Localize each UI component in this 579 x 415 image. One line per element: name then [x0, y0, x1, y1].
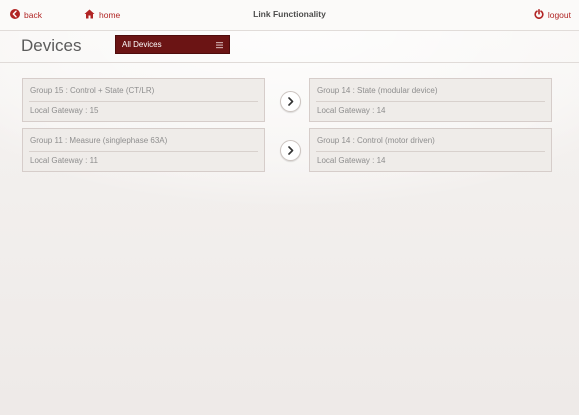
target-group-card[interactable]: Group 14 : Control (motor driven) Local …	[309, 128, 552, 172]
devices-title: Devices	[21, 36, 82, 55]
card-divider	[316, 101, 545, 102]
chevron-right-icon	[287, 146, 293, 155]
menu-icon	[216, 41, 223, 49]
logout-label: logout	[547, 10, 571, 20]
page-title: Link Functionality	[253, 9, 326, 19]
source-gateway: Local Gateway : 11	[30, 156, 98, 165]
card-divider	[316, 151, 545, 152]
source-group-card[interactable]: Group 15 : Control + State (CT/LR) Local…	[22, 78, 265, 122]
page: back home Link Functionality logout Devi…	[0, 0, 579, 415]
dropdown-value: All Devices	[122, 40, 162, 49]
power-icon	[534, 9, 544, 21]
target-group-name: Group 14 : Control (motor driven)	[317, 136, 435, 145]
devices-header	[0, 30, 579, 63]
source-gateway: Local Gateway : 15	[30, 106, 99, 115]
target-gateway: Local Gateway : 14	[317, 156, 386, 165]
link-arrow-button[interactable]	[280, 91, 301, 112]
logout-button[interactable]: logout	[534, 8, 571, 22]
device-filter-dropdown[interactable]: All Devices	[115, 35, 230, 54]
target-group-card[interactable]: Group 14 : State (modular device) Local …	[309, 78, 552, 122]
card-divider	[29, 101, 258, 102]
source-group-name: Group 15 : Control + State (CT/LR)	[30, 86, 155, 95]
source-group-name: Group 11 : Measure (singlephase 63A)	[30, 136, 168, 145]
target-gateway: Local Gateway : 14	[317, 106, 386, 115]
target-group-name: Group 14 : State (modular device)	[317, 86, 438, 95]
link-arrow-button[interactable]	[280, 140, 301, 161]
chevron-right-icon	[287, 97, 293, 106]
card-divider	[29, 151, 258, 152]
source-group-card[interactable]: Group 11 : Measure (singlephase 63A) Loc…	[22, 128, 265, 172]
